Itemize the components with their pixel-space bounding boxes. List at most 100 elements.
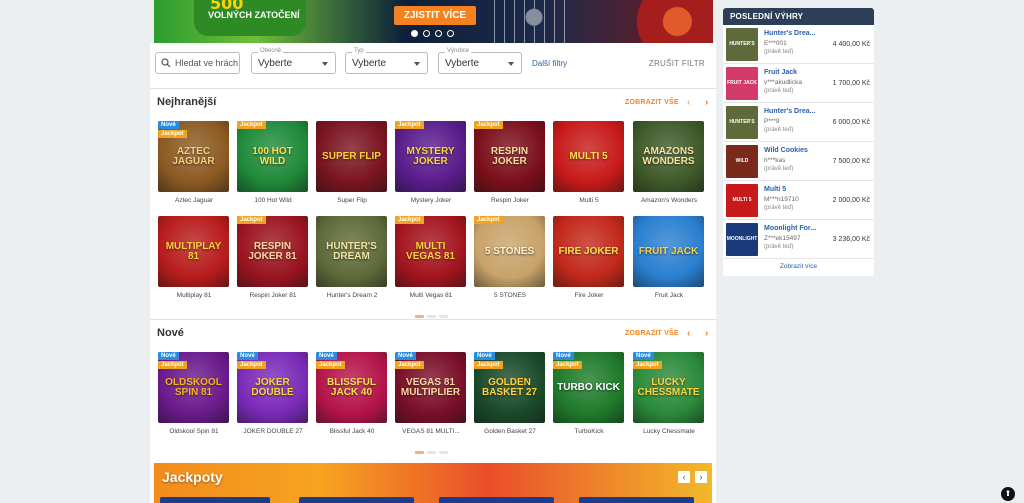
jackpot-badge: Jackpot [158,130,187,138]
game-name[interactable]: Mystery Joker [391,197,471,204]
win-row[interactable]: WILD Wild Cookies h***kas (právě teď) 7 500,… [723,142,874,181]
jackpot-card[interactable] [439,497,554,503]
game-tile[interactable]: MULTIPLAY 81 [158,216,229,287]
game-tile[interactable]: FIRE JOKER [553,216,624,287]
prev-arrow-icon[interactable]: ‹ [687,328,690,339]
next-arrow-icon[interactable]: › [705,97,708,108]
win-row[interactable]: HUNTER'S Hunter's Drea... E***001 (právě te… [723,25,874,64]
game-tile[interactable]: AZTEC JAGUAR Nové Jackpot [158,121,229,192]
game-name[interactable]: Multi Vegas 81 [391,292,471,299]
win-game-thumb[interactable]: HUNTER'S [726,28,758,61]
game-tile[interactable]: RESPIN JOKER 81 Jackpot [237,216,308,287]
game-name[interactable]: Respin Joker 81 [233,292,313,299]
pager-dot[interactable] [415,315,424,318]
game-tile[interactable]: GOLDEN BASKET 27 Nové Jackpot [474,352,545,423]
jackpot-card[interactable] [299,497,414,503]
game-tile[interactable]: TURBO KICK Nové Jackpot [553,352,624,423]
section-title-new: Nové [157,327,184,339]
win-user: E***001 [764,40,787,47]
win-row[interactable]: MULTI 5 Multi 5 M***n19710 (právě teď) 2 000… [723,181,874,220]
game-name[interactable]: Super Flip [312,197,392,204]
win-row[interactable]: MOONLIGHT Moonlight For... Z***ek15497 (prá… [723,220,874,259]
jackpot-prev-icon[interactable]: ‹ [678,471,690,483]
win-game-thumb[interactable]: WILD [726,145,758,178]
game-tile[interactable]: JOKER DOUBLE Nové Jackpot [237,352,308,423]
type-select[interactable]: Typ Vyberte [345,48,428,74]
game-name[interactable]: Fruit Jack [629,292,709,299]
game-name[interactable]: 100 Hot Wild [233,197,313,204]
learn-more-button[interactable]: ZJISTIT VÍCE [394,6,476,25]
jackpot-next-icon[interactable]: › [695,471,707,483]
win-game-name[interactable]: Moonlight For... [764,225,816,232]
new-badge: Nové [474,352,495,360]
game-tile[interactable]: VEGAS 81 MULTIPLIER Nové Jackpot [395,352,466,423]
banner-dot[interactable] [435,30,442,37]
game-name[interactable]: Respin Joker [470,197,550,204]
pager-dot[interactable] [427,451,436,454]
win-game-thumb[interactable]: MOONLIGHT [726,223,758,256]
jackpot-card[interactable] [160,497,270,503]
game-tile[interactable]: SUPER FLIP [316,121,387,192]
prev-arrow-icon[interactable]: ‹ [687,97,690,108]
more-filters-link[interactable]: Další filtry [532,59,567,68]
game-name[interactable]: Lucky Chessmate [629,428,709,435]
game-tile[interactable]: 100 HOT WILD Jackpot [237,121,308,192]
game-tile[interactable]: RESPIN JOKER Jackpot [474,121,545,192]
game-name[interactable]: Multi 5 [549,197,629,204]
banner-dot[interactable] [423,30,430,37]
game-tile[interactable]: MULTI VEGAS 81 Jackpot [395,216,466,287]
game-tile[interactable]: FRUIT JACK [633,216,704,287]
pager-dot[interactable] [427,315,436,318]
banner-dot[interactable] [411,30,418,37]
game-tile[interactable]: HUNTER'S DREAM [316,216,387,287]
banner-dot[interactable] [447,30,454,37]
search-input[interactable]: Hledat ve hrách [155,52,240,74]
game-name[interactable]: Blissful Jack 40 [312,428,392,435]
general-select[interactable]: Obecně Vyberte [251,48,336,74]
promo-art [494,0,574,43]
game-name[interactable]: Golden Basket 27 [470,428,550,435]
pager-dot[interactable] [439,451,448,454]
jackpot-badge: Jackpot [237,121,266,129]
win-game-name[interactable]: Hunter's Drea... [764,108,815,115]
win-game-thumb[interactable]: HUNTER'S [726,106,758,139]
pager-dot[interactable] [439,315,448,318]
show-all-popular-link[interactable]: ZOBRAZIT VŠE [625,99,679,106]
promo-subtitle: VOLNÝCH ZATOČENÍ [208,10,300,20]
provider-select[interactable]: Výrobce Vyberte [438,48,522,74]
game-tile[interactable]: MYSTERY JOKER Jackpot [395,121,466,192]
game-tile[interactable]: BLISSFUL JACK 40 Nové Jackpot [316,352,387,423]
jackpots-banner[interactable]: Jackpoty ‹ › [154,463,712,503]
win-game-thumb[interactable]: FRUIT JACK [726,67,758,100]
game-name[interactable]: VEGAS 81 MULTI... [391,428,471,435]
win-row[interactable]: FRUIT JACK Fruit Jack v***akudlicka (právě … [723,64,874,103]
win-game-thumb[interactable]: MULTI 5 [726,184,758,217]
win-game-name[interactable]: Multi 5 [764,186,786,193]
jackpot-card[interactable] [579,497,694,503]
game-name[interactable]: Oldskool Spin 81 [154,428,234,435]
pager-dot[interactable] [415,451,424,454]
game-tile[interactable]: MULTI 5 [553,121,624,192]
win-row[interactable]: HUNTER'S Hunter's Drea... P***9 (právě teď)… [723,103,874,142]
game-name[interactable]: Amazon's Wonders [629,197,709,204]
game-tile[interactable]: 5 STONES Jackpot [474,216,545,287]
game-name[interactable]: JOKER DOUBLE 27 [233,428,313,435]
game-name[interactable]: TurboKick [549,428,629,435]
game-tile[interactable]: OLDSKOOL SPIN 81 Nové Jackpot [158,352,229,423]
game-name[interactable]: Fire Joker [549,292,629,299]
win-game-name[interactable]: Hunter's Drea... [764,30,815,37]
game-name[interactable]: 5 STONES [470,292,550,299]
next-arrow-icon[interactable]: › [705,328,708,339]
reset-filter-button[interactable]: ZRUŠIT FILTR [649,59,705,68]
game-tile[interactable]: AMAZONS WONDERS [633,121,704,192]
game-name[interactable]: Multiplay 81 [154,292,234,299]
show-more-wins-link[interactable]: Zobrazit více [723,259,874,270]
win-game-name[interactable]: Fruit Jack [764,69,797,76]
win-game-name[interactable]: Wild Cookies [764,147,808,154]
scroll-top-button[interactable]: ⬆ [1001,487,1015,501]
game-name[interactable]: Aztec Jaguar [154,197,234,204]
show-all-new-link[interactable]: ZOBRAZIT VŠE [625,330,679,337]
promo-banner[interactable]: 500 VOLNÝCH ZATOČENÍ ZJISTIT VÍCE [154,0,713,43]
game-name[interactable]: Hunter's Dream 2 [312,292,392,299]
game-tile[interactable]: LUCKY CHESSMATE Nové Jackpot [633,352,704,423]
